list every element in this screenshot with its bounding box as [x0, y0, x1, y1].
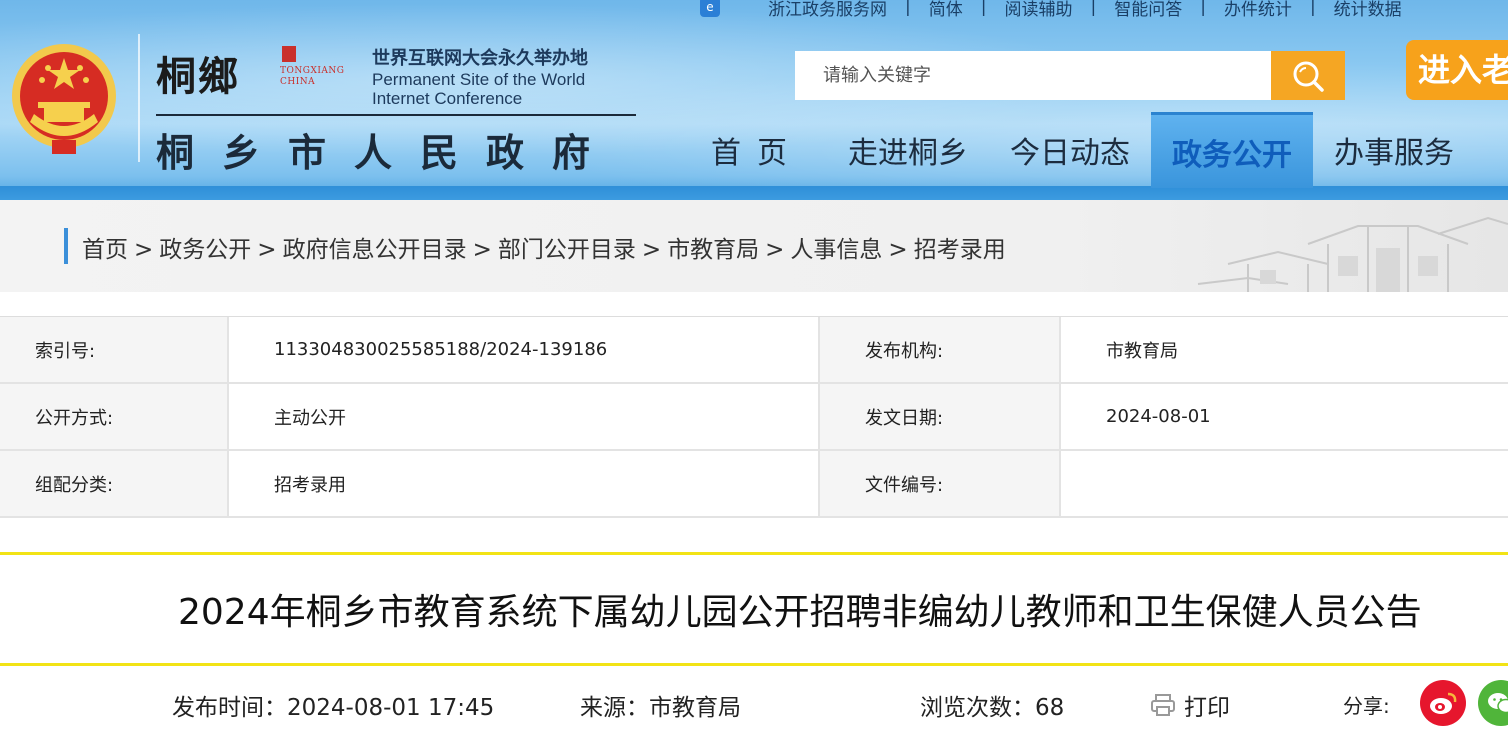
breadcrumb-separator: >: [641, 237, 662, 263]
wic-slogan: 世界互联网大会永久举办地 Permanent Site of the World…: [372, 44, 588, 108]
article-source: 来源：市教育局: [580, 695, 741, 721]
topbar-link-stats-data[interactable]: 统计数据: [1316, 0, 1420, 20]
index-number-label: 索引号:: [0, 317, 229, 382]
weibo-logo-icon: [1430, 692, 1457, 714]
print-label: 打印: [1184, 695, 1230, 721]
site-header: e 浙江政务服务网 | 简体 | 阅读辅助 | 智能问答 | 办件统计 | 统计…: [0, 0, 1508, 200]
national-emblem-icon[interactable]: [8, 40, 120, 160]
table-row: 组配分类: 招考录用 文件编号:: [0, 451, 1508, 518]
wechat-share-icon[interactable]: [1478, 680, 1508, 726]
article-meta: 发布时间：2024-08-01 17:45 来源：市教育局 浏览次数：68 打印…: [0, 666, 1508, 726]
breadcrumb-link-info-catalog[interactable]: 政府信息公开目录: [283, 237, 467, 263]
header-bottom-band: [0, 186, 1508, 200]
elder-mode-button[interactable]: 进入老: [1406, 40, 1508, 100]
weibo-share-icon[interactable]: [1420, 680, 1466, 726]
document-number-label: 文件编号:: [820, 451, 1061, 516]
publisher-label: 发布机构:: [820, 317, 1061, 382]
nav-item-news[interactable]: 今日动态: [989, 112, 1151, 188]
government-name[interactable]: 桐乡市人民政府: [156, 122, 618, 177]
tongxiang-calligraphy-logo[interactable]: 桐鄉: [156, 44, 240, 102]
printer-icon: [1151, 694, 1175, 716]
breadcrumb-link-gov-affairs[interactable]: 政务公开: [159, 237, 251, 263]
document-info-table: 索引号: 113304830025585188/2024-139186 发布机构…: [0, 316, 1508, 518]
disclosure-method-label: 公开方式:: [0, 384, 229, 449]
topbar-link-reading-aid[interactable]: 阅读辅助: [986, 0, 1090, 20]
breadcrumb: 首页 > 政务公开 > 政府信息公开目录 > 部门公开目录 > 市教育局 > 人事信息 > 招考录用: [82, 230, 1006, 264]
breadcrumb-banner: 首页 > 政务公开 > 政府信息公开目录 > 部门公开目录 > 市教育局 > 人事信息 > 招考录用: [0, 200, 1508, 292]
seal-caption: TONGXIANG CHINA: [280, 66, 344, 88]
red-seal-icon: [282, 46, 296, 62]
search-box: [795, 51, 1345, 100]
topbar-link-simplified[interactable]: 简体: [911, 0, 981, 20]
print-button[interactable]: 打印: [1150, 688, 1230, 722]
breadcrumb-link-home[interactable]: 首页: [82, 237, 128, 263]
breadcrumb-accent-bar: [64, 228, 68, 264]
search-input[interactable]: [795, 51, 1271, 100]
issue-date-value: 2024-08-01: [1106, 406, 1211, 427]
traditional-building-illustration: [1197, 216, 1508, 292]
breadcrumb-separator: >: [765, 237, 785, 263]
disclosure-method-value: 主动公开: [229, 384, 820, 449]
index-number-value: 113304830025585188/2024-139186: [229, 317, 820, 382]
breadcrumb-separator: >: [472, 237, 492, 263]
breadcrumb-link-personnel[interactable]: 人事信息: [790, 237, 882, 263]
topbar-link-zjzwfw[interactable]: 浙江政务服务网: [750, 0, 905, 20]
topbar-link-smart-qa[interactable]: 智能问答: [1096, 0, 1200, 20]
breadcrumb-separator: >: [257, 237, 277, 263]
top-utility-bar: e 浙江政务服务网 | 简体 | 阅读辅助 | 智能问答 | 办件统计 | 统计…: [700, 0, 1420, 20]
share-label: 分享:: [1343, 694, 1390, 718]
breadcrumb-link-dept-catalog[interactable]: 部门公开目录: [498, 237, 636, 263]
logo-divider: [138, 34, 140, 162]
category-value: 招考录用: [229, 451, 820, 516]
breadcrumb-separator: >: [888, 237, 908, 263]
publisher-value: 市教育局: [1106, 340, 1178, 362]
slogan-english-line2: Internet Conference: [372, 89, 523, 108]
nav-item-gov-affairs[interactable]: 政务公开: [1151, 112, 1313, 188]
issue-date-label: 发文日期:: [820, 384, 1061, 449]
main-nav: 首页 走进桐乡 今日动态 政务公开 办事服务: [690, 112, 1475, 188]
nav-item-home[interactable]: 首页: [690, 112, 827, 188]
seal-caption-line1: TONGXIANG: [280, 66, 345, 76]
nav-item-services[interactable]: 办事服务: [1313, 112, 1475, 188]
search-icon: [1293, 61, 1324, 92]
slogan-chinese: 世界互联网大会永久举办地: [372, 48, 588, 69]
article-title-banner: 2024年桐乡市教育系统下属幼儿园公开招聘非编幼儿教师和卫生保健人员公告: [0, 552, 1508, 666]
document-number-value: [1061, 451, 1508, 516]
nav-item-about-tongxiang[interactable]: 走进桐乡: [827, 112, 989, 188]
slogan-english-line1: Permanent Site of the World: [372, 70, 586, 89]
article-title: 2024年桐乡市教育系统下属幼儿园公开招聘非编幼儿教师和卫生保健人员公告: [178, 592, 1422, 633]
wechat-logo-icon: [1488, 693, 1508, 714]
topbar-link-case-stats[interactable]: 办件统计: [1206, 0, 1310, 20]
category-label: 组配分类:: [0, 451, 229, 516]
breadcrumb-link-education-bureau[interactable]: 市教育局: [667, 237, 759, 263]
search-button[interactable]: [1271, 51, 1345, 100]
seal-caption-line2: CHINA: [280, 77, 316, 87]
zhejiang-service-icon[interactable]: e: [700, 0, 720, 17]
table-row: 公开方式: 主动公开 发文日期: 2024-08-01: [0, 384, 1508, 451]
name-underline: [156, 114, 636, 116]
nav-item-gov-affairs-label: 政务公开: [1172, 137, 1292, 173]
table-row: 索引号: 113304830025585188/2024-139186 发布机构…: [0, 317, 1508, 384]
publish-time: 发布时间：2024-08-01 17:45: [172, 695, 495, 721]
view-count: 浏览次数：68: [920, 695, 1065, 721]
breadcrumb-separator: >: [134, 237, 154, 263]
breadcrumb-link-recruitment[interactable]: 招考录用: [914, 237, 1006, 263]
